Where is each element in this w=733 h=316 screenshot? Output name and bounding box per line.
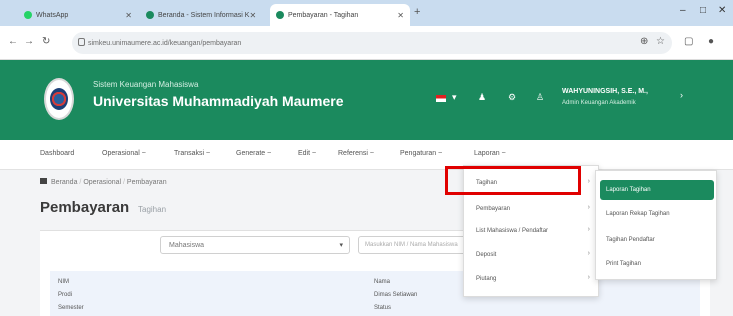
search-placeholder: Masukkan NIM / Nama Mahasiswa [365, 242, 458, 248]
tab-label: WhatsApp [36, 11, 69, 19]
user-name[interactable]: WAHYUNINGSIH, S.E., M., [562, 88, 648, 95]
menu-operasional[interactable]: Operasional ~ [102, 150, 146, 157]
home-icon [40, 178, 47, 184]
menu-pengaturan[interactable]: Pengaturan ~ [400, 150, 442, 157]
chevron-right-icon: › [587, 178, 590, 185]
tab-label: Beranda - Sistem Informasi K [158, 11, 250, 19]
dropdown-item-deposit[interactable]: Deposit [476, 252, 496, 258]
highlight-annotation [445, 166, 581, 195]
browser-tab[interactable]: Beranda - Sistem Informasi K ✕ [140, 4, 262, 26]
breadcrumb-mid[interactable]: Operasional [83, 179, 121, 186]
reload-icon[interactable]: ↻ [42, 36, 50, 47]
site-favicon-icon [146, 11, 154, 19]
university-name: Universitas Muhammadiyah Maumere [93, 93, 344, 109]
whatsapp-icon [24, 11, 32, 19]
user-avatar-icon[interactable]: ♙ [536, 92, 544, 103]
table-cell: Status [374, 305, 392, 311]
user-menu-chevron-icon[interactable]: › [680, 90, 683, 100]
url-text: simkeu.unimaumere.ac.id/keuangan/pembaya… [88, 39, 242, 47]
dropdown-item-pembayaran[interactable]: Pembayaran [476, 206, 510, 212]
user-role: Admin Keuangan Akademik [562, 100, 636, 106]
maximize-icon[interactable]: □ [700, 5, 706, 16]
window-close-icon[interactable]: ✕ [718, 5, 726, 16]
breadcrumb-current: Pembayaran [126, 179, 167, 186]
back-icon[interactable]: ← [8, 36, 18, 47]
university-logo[interactable] [44, 78, 74, 120]
browser-tab-active[interactable]: Pembayaran - Tagihan ✕ [270, 4, 410, 26]
breadcrumb: Beranda / Operasional / Pembayaran [40, 178, 167, 186]
table-cell: NIM [58, 279, 69, 285]
dropdown-item-piutang[interactable]: Piutang [476, 276, 496, 282]
dropdown-item-list-mahasiswa[interactable]: List Mahasiswa / Pendaftar [476, 228, 548, 234]
page-subtitle: Tagihan [138, 205, 167, 214]
chevron-right-icon: › [587, 226, 590, 233]
notification-bell-icon[interactable]: ♟ [478, 92, 486, 103]
new-tab-icon[interactable]: + [414, 6, 420, 18]
tagihan-submenu: Laporan Tagihan Laporan Rekap Tagihan Ta… [595, 170, 717, 280]
extensions-icon[interactable]: ▢ [684, 36, 693, 47]
tab-label: Pembayaran - Tagihan [288, 11, 359, 19]
breadcrumb-home[interactable]: Beranda [51, 179, 77, 186]
url-input[interactable]: simkeu.unimaumere.ac.id/keuangan/pembaya… [72, 32, 672, 54]
table-cell: Dimas Setiawan [374, 292, 418, 298]
menu-transaksi[interactable]: Transaksi ~ [174, 150, 210, 157]
table-cell: Semester [58, 305, 84, 311]
system-name: Sistem Keuangan Mahasiswa [93, 80, 199, 89]
table-cell: Nama [374, 279, 391, 285]
menu-generate[interactable]: Generate ~ [236, 150, 271, 157]
submenu-item-laporan-tagihan[interactable]: Laporan Tagihan [600, 180, 714, 200]
address-bar: ← → ↻ simkeu.unimaumere.ac.id/keuangan/p… [0, 26, 733, 60]
site-info-icon[interactable] [78, 38, 85, 46]
chevron-right-icon: › [587, 204, 590, 211]
app-header: Sistem Keuangan Mahasiswa Universitas Mu… [0, 60, 733, 140]
submenu-item-tagihan-pendaftar[interactable]: Tagihan Pendaftar [606, 237, 655, 243]
settings-icon[interactable]: ⚙ [508, 92, 516, 103]
close-icon[interactable]: ✕ [125, 11, 132, 20]
language-chevron-icon[interactable]: ▾ [452, 92, 457, 103]
menu-referensi[interactable]: Referensi ~ [338, 150, 374, 157]
zoom-icon[interactable]: ⊕ [640, 36, 648, 47]
menu-laporan[interactable]: Laporan ~ [474, 150, 506, 157]
chevron-right-icon: › [587, 250, 590, 257]
page-title: Pembayaran [40, 199, 130, 216]
browser-tabstrip: WhatsApp ✕ Beranda - Sistem Informasi K … [0, 0, 733, 26]
screen: WhatsApp ✕ Beranda - Sistem Informasi K … [0, 0, 733, 316]
submenu-item-print-tagihan[interactable]: Print Tagihan [606, 261, 641, 267]
table-cell: Prodi [58, 292, 73, 298]
close-icon[interactable]: ✕ [397, 11, 404, 20]
chevron-right-icon: › [587, 274, 590, 281]
forward-icon[interactable]: → [24, 36, 34, 47]
language-flag-icon[interactable] [436, 95, 446, 102]
submenu-item-rekap-tagihan[interactable]: Laporan Rekap Tagihan [606, 211, 670, 217]
main-menu: Dashboard Operasional ~ Transaksi ~ Gene… [0, 140, 733, 170]
profile-icon[interactable]: ● [708, 36, 714, 47]
menu-edit[interactable]: Edit ~ [298, 150, 316, 157]
menu-dashboard[interactable]: Dashboard [40, 150, 74, 157]
browser-tab[interactable]: WhatsApp ✕ [18, 4, 138, 26]
chevron-down-icon: ▾ [339, 242, 343, 249]
close-icon[interactable]: ✕ [249, 11, 256, 20]
filter-select[interactable]: Mahasiswa ▾ [160, 236, 350, 254]
bookmark-star-icon[interactable]: ☆ [656, 36, 665, 47]
minimize-icon[interactable]: – [680, 5, 686, 16]
filter-select-value: Mahasiswa [169, 241, 205, 249]
site-favicon-icon [276, 11, 284, 19]
